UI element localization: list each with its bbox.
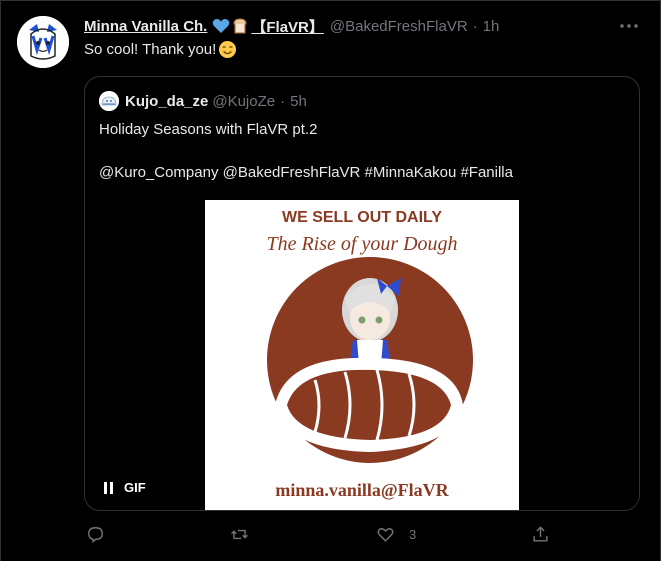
gif-image[interactable]: WE SELL OUT DAILY The Rise of your Dough <box>205 200 519 510</box>
gif-media[interactable]: WE SELL OUT DAILY The Rise of your Dough <box>85 200 639 510</box>
frame-left-border <box>0 0 1 561</box>
gif-script-text: The Rise of your Dough <box>266 233 457 255</box>
author-display-name[interactable]: Minna Vanilla Ch. <box>84 18 207 35</box>
author-name-tag[interactable]: 【FlaVR】 <box>251 16 324 37</box>
quoted-text-spacer <box>99 140 629 162</box>
retweet-button[interactable] <box>230 525 263 544</box>
quoted-display-name[interactable]: Kujo_da_ze <box>125 93 208 110</box>
tweet-header: Minna Vanilla Ch. 【FlaVR】 @BakedFreshFla… <box>84 16 601 36</box>
avatar-drawing <box>17 16 69 68</box>
quoted-handle[interactable]: @KujoZe <box>212 93 275 110</box>
heart-icon <box>377 528 394 542</box>
quoted-text-line-2[interactable]: @Kuro_Company @BakedFreshFlaVR #MinnaKak… <box>99 162 629 183</box>
avatar[interactable] <box>17 16 69 68</box>
retweet-icon <box>231 529 248 540</box>
quoted-text-line-1: Holiday Seasons with FlaVR pt.2 <box>99 121 318 138</box>
gif-headline-text: WE SELL OUT DAILY <box>282 209 442 226</box>
tweet-action-bar: 3 <box>84 525 554 549</box>
gif-footer-text: minna.vanilla@FlaVR <box>275 480 449 500</box>
quoted-timestamp[interactable]: 5h <box>290 93 307 110</box>
reply-icon <box>88 527 103 544</box>
gif-artwork: WE SELL OUT DAILY The Rise of your Dough <box>205 200 519 510</box>
quoted-tweet-header: Kujo_da_ze @KujoZe · 5h <box>99 91 307 111</box>
quoted-avatar <box>99 91 119 111</box>
quoted-tweet-text: Holiday Seasons with FlaVR pt.2 @Kuro_Co… <box>99 119 629 183</box>
reply-button[interactable] <box>86 525 119 544</box>
tweet-text-content: So cool! Thank you! <box>84 41 217 58</box>
tweet-timestamp[interactable]: 1h <box>483 18 500 35</box>
separator-dot: · <box>472 17 478 35</box>
pause-icon <box>103 481 115 495</box>
share-icon <box>533 526 548 542</box>
gif-badge-label: GIF <box>124 480 146 495</box>
quoted-separator-dot: · <box>280 92 286 110</box>
like-button[interactable]: 3 <box>376 525 416 544</box>
frame-top-border <box>0 0 661 1</box>
bread-icon <box>231 18 249 34</box>
more-options-icon[interactable] <box>619 16 639 36</box>
smiling-face-icon <box>218 40 237 59</box>
like-count: 3 <box>409 527 417 542</box>
gif-playback-control[interactable]: GIF <box>103 480 146 495</box>
share-button[interactable] <box>531 525 564 544</box>
author-handle[interactable]: @BakedFreshFlaVR <box>330 18 468 35</box>
blue-heart-icon <box>212 18 230 34</box>
quoted-tweet-card[interactable]: Kujo_da_ze @KujoZe · 5h Holiday Seasons … <box>84 76 640 511</box>
tweet-text: So cool! Thank you! <box>84 40 237 59</box>
